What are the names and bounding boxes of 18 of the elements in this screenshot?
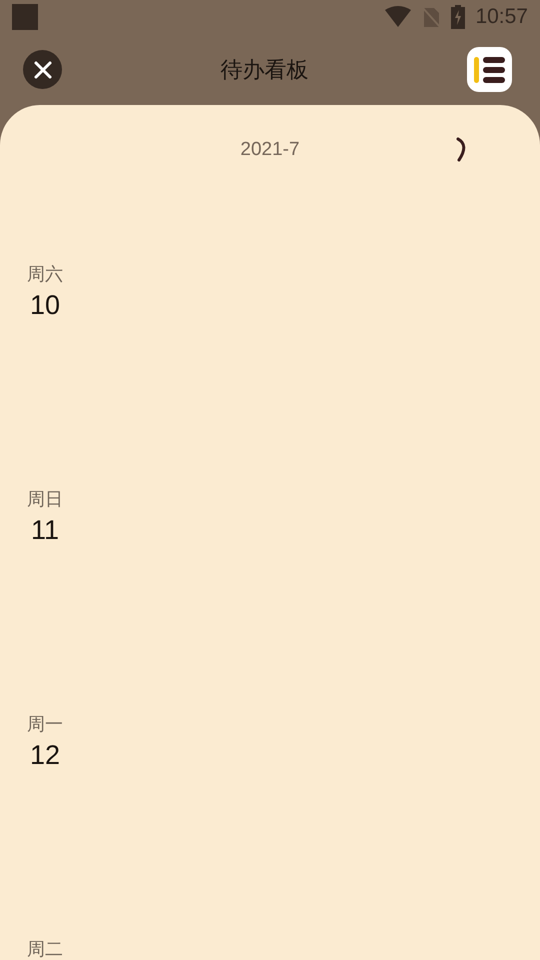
page-title: 待办看板	[220, 56, 308, 84]
notification-icon	[12, 4, 38, 30]
weekday-label: 周二	[27, 938, 63, 960]
weekday-label: 周日	[27, 488, 63, 511]
month-label: 2021-7	[240, 139, 300, 161]
close-button[interactable]	[23, 50, 62, 89]
weekday-label: 周一	[27, 713, 63, 736]
close-icon	[32, 60, 52, 80]
day-number: 10	[30, 290, 60, 321]
no-sim-icon	[421, 6, 442, 28]
list-menu-button[interactable]	[467, 47, 512, 92]
battery-charging-icon	[451, 5, 466, 29]
day-number: 11	[30, 515, 60, 546]
list-icon	[472, 56, 506, 84]
day-number: 12	[30, 740, 60, 771]
wifi-icon	[385, 6, 412, 28]
weekday-label: 周六	[27, 263, 63, 286]
status-time: 10:57	[475, 5, 528, 29]
